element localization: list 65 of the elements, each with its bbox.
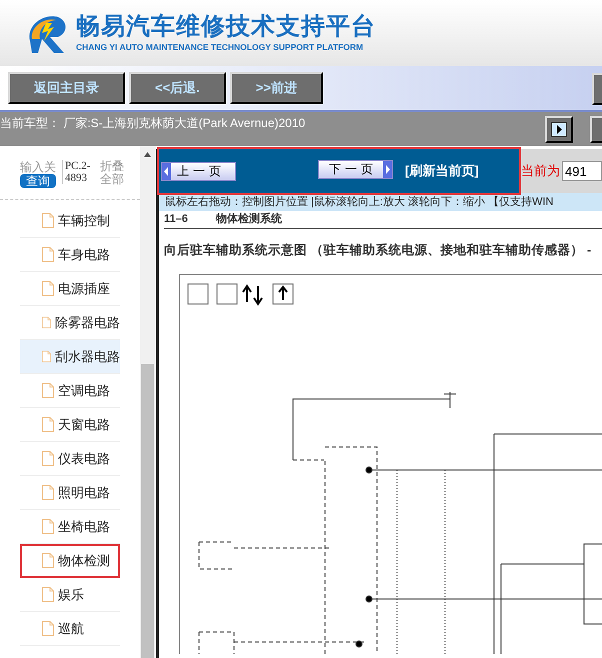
arrow-left-icon [162,162,171,180]
section-title: 物体检测系统 [216,212,282,228]
item-label: 除雾器电路 [55,314,120,332]
next-page-button[interactable]: 下一页 [318,160,393,178]
document-icon [42,451,54,466]
toolbar-button[interactable] [592,73,602,105]
tree-item[interactable]: 刮水器电路 [20,340,120,374]
arrow-right-icon [383,160,392,178]
item-label: 电源插座 [58,280,110,298]
document-icon [42,315,51,330]
tree-item[interactable]: 娱乐 [20,578,120,612]
refresh-page-link[interactable]: [刷新当前页] [405,161,479,181]
document-icon [42,349,51,364]
platform-subtitle: CHANG YI AUTO MAINTENANCE TECHNOLOGY SUPPORT PLATFORM [76,40,364,54]
diagram-title: 向后驻车辅助系统示意图 （驻车辅助系统电源、接地和驻车辅助传感器） - [164,242,592,259]
document-icon [42,553,54,568]
tree-item[interactable]: 天窗电路 [20,408,120,442]
tree-item[interactable]: 电源插座 [20,272,120,306]
item-label: 照明电路 [58,484,110,502]
item-label: 刮水器电路 [55,348,120,366]
platform-title: 畅易汽车维修技术支持平台 [76,12,376,41]
scrollbar-thumb[interactable] [141,364,154,658]
toolbar-button[interactable] [590,116,602,143]
tree-item[interactable]: 车身电路 [20,238,120,272]
document-icon [42,213,54,228]
tree-item[interactable]: 巡航 [20,612,120,646]
document-icon [42,247,54,262]
usage-hint: 鼠标左右拖动：控制图片位置 |鼠标滚轮向上:放大 滚轮向下：缩小 【仅支持WIN [165,194,554,210]
item-label: 仪表电路 [58,450,110,468]
nav-button[interactable]: 返回主目录 [8,72,125,104]
search-button[interactable]: 查询 [20,174,56,188]
item-label: 车身电路 [58,246,110,264]
item-label: 坐椅电路 [58,518,110,536]
model-code: PC.2-4893 [62,160,94,184]
document-icon [42,485,54,500]
page-number-field[interactable]: 491 [562,161,602,181]
document-icon [42,587,54,602]
current-page-label: 当前为 [521,162,560,180]
item-label: 娱乐 [58,586,84,604]
tree-item[interactable]: 车辆控制 [20,204,120,238]
item-label: 空调电路 [58,382,110,400]
nav-button[interactable]: >>前进 [230,72,323,104]
section-number: 11–6 [164,212,188,228]
document-icon [42,281,54,296]
expand-button[interactable] [545,116,573,143]
tree-item[interactable]: 空调电路 [20,374,120,408]
previous-page-button[interactable]: 上一页 [161,162,236,180]
item-label: 天窗电路 [58,416,110,434]
tree-item[interactable]: 仪表电路 [20,442,120,476]
document-icon [42,519,54,534]
nav-button[interactable]: <<后退. [129,72,226,104]
scrollbar[interactable] [140,146,156,658]
vehicle-info: 当前车型： 厂家:S-上海别克林荫大道(Park Avernue)2010 [0,115,306,132]
scroll-up-icon [144,152,151,157]
tree-item[interactable]: 照明电路 [20,476,120,510]
document-icon [42,383,54,398]
item-label: 车辆控制 [58,212,110,230]
tree-item[interactable]: 物体检测 [20,544,120,578]
arrow-right-icon [551,122,567,137]
search-label: 输入关 [20,160,56,174]
item-label: 物体检测 [58,552,110,570]
document-icon [42,621,54,636]
tree-item[interactable]: 坐椅电路 [20,510,120,544]
item-label: 巡航 [58,620,84,638]
document-icon [42,417,54,432]
